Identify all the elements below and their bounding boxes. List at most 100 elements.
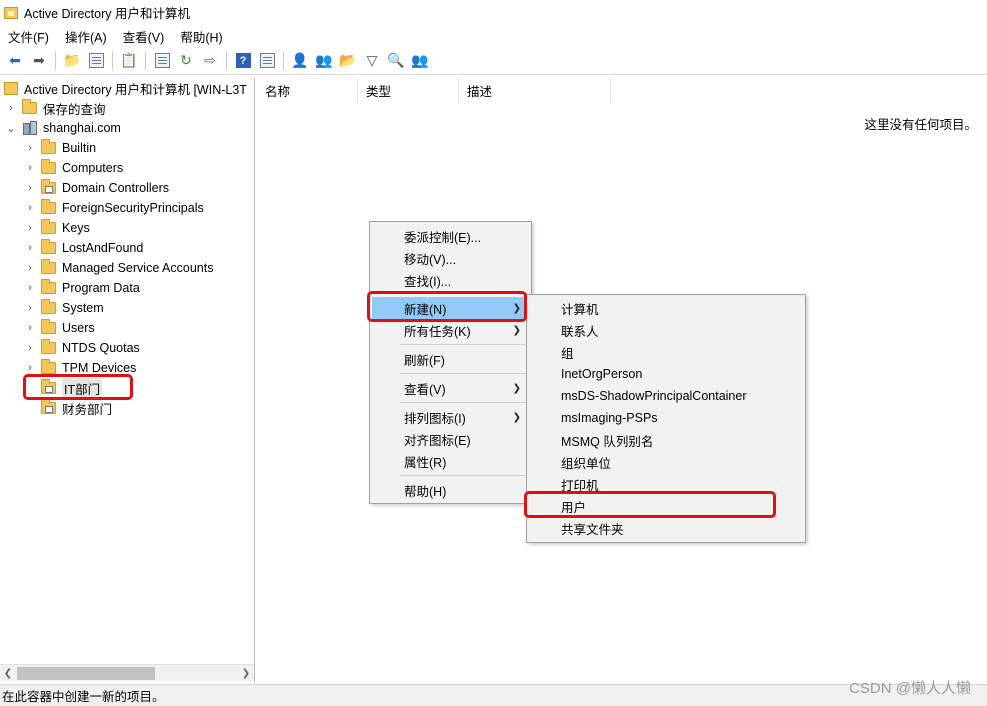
submenu-item-msmq-alias[interactable]: MSMQ 队列别名 bbox=[529, 429, 803, 451]
column-header-type[interactable]: 类型 bbox=[358, 78, 459, 102]
forward-arrow-icon[interactable]: ➡ bbox=[29, 51, 49, 71]
up-folder-icon[interactable]: 📁 bbox=[62, 51, 82, 71]
new-group-icon[interactable]: 👥 bbox=[314, 51, 334, 71]
active-directory-icon bbox=[4, 81, 18, 95]
menu-help[interactable]: 帮助(H) bbox=[180, 27, 222, 46]
tree-item-system[interactable]: › System bbox=[25, 298, 104, 318]
scrollbar-thumb[interactable] bbox=[17, 667, 155, 680]
menu-item-arrange-icons[interactable]: 排列图标(I) ❯ bbox=[372, 406, 529, 428]
menu-view[interactable]: 查看(V) bbox=[123, 27, 165, 46]
chevron-right-icon[interactable]: › bbox=[25, 242, 35, 254]
menu-item-line-up-icons[interactable]: 对齐图标(E) bbox=[372, 428, 529, 450]
help-icon[interactable]: ? bbox=[233, 51, 253, 71]
tree-item-domain[interactable]: ⌄ shanghai.com bbox=[6, 118, 121, 138]
clipboard-icon[interactable]: 📋 bbox=[119, 51, 139, 71]
new-ou-icon[interactable]: 📂 bbox=[338, 51, 358, 71]
chevron-right-icon[interactable]: › bbox=[6, 102, 16, 114]
tree-item-label: System bbox=[62, 301, 104, 315]
column-header-name[interactable]: 名称 bbox=[257, 78, 358, 102]
list-header: 名称 类型 描述 bbox=[257, 78, 987, 102]
tree-item-domain-controllers[interactable]: › Domain Controllers bbox=[25, 178, 169, 198]
tree-horizontal-scrollbar[interactable]: ❮ ❯ bbox=[0, 664, 254, 681]
chevron-down-icon[interactable]: ⌄ bbox=[6, 123, 16, 135]
tree-item-builtin[interactable]: › Builtin bbox=[25, 138, 96, 158]
properties-icon[interactable] bbox=[152, 51, 172, 71]
chevron-right-icon[interactable]: › bbox=[25, 142, 35, 154]
chevron-right-icon[interactable]: › bbox=[25, 222, 35, 234]
scroll-right-icon[interactable]: ❯ bbox=[238, 666, 254, 681]
submenu-arrow-icon: ❯ bbox=[512, 411, 521, 423]
menu-item-find[interactable]: 查找(I)... bbox=[372, 269, 529, 291]
menu-item-refresh[interactable]: 刷新(F) bbox=[372, 348, 529, 370]
tree-item-program-data[interactable]: › Program Data bbox=[25, 278, 140, 298]
chevron-right-icon[interactable]: › bbox=[25, 282, 35, 294]
folder-icon bbox=[41, 159, 56, 174]
menu-item-properties[interactable]: 属性(R) bbox=[372, 450, 529, 472]
submenu-item-organizational-unit[interactable]: 组织单位 bbox=[529, 451, 803, 473]
menu-item-all-tasks[interactable]: 所有任务(K) ❯ bbox=[372, 319, 529, 341]
tree-item-keys[interactable]: › Keys bbox=[25, 218, 90, 238]
folder-icon bbox=[41, 219, 56, 234]
chevron-right-icon[interactable]: › bbox=[25, 362, 35, 374]
chevron-right-icon[interactable]: › bbox=[25, 202, 35, 214]
menu-separator bbox=[400, 402, 527, 403]
submenu-item-computer[interactable]: 计算机 bbox=[529, 297, 803, 319]
add-to-group-icon[interactable]: 👥 bbox=[410, 51, 430, 71]
show-hide-tree-icon[interactable] bbox=[86, 51, 106, 71]
submenu-item-shared-folder[interactable]: 共享文件夹 bbox=[529, 517, 803, 539]
export-list-icon[interactable]: ⇨ bbox=[200, 51, 220, 71]
toolbar-separator bbox=[112, 51, 113, 70]
submenu-item-group[interactable]: 组 bbox=[529, 341, 803, 363]
submenu-item-msimaging-psps[interactable]: msImaging-PSPs bbox=[529, 407, 803, 429]
folder-icon bbox=[41, 239, 56, 254]
filter-icon[interactable]: ▽ bbox=[362, 51, 382, 71]
window-title: Active Directory 用户和计算机 bbox=[24, 7, 190, 21]
tree-root[interactable]: Active Directory 用户和计算机 [WIN-L3T bbox=[0, 78, 247, 98]
submenu-item-shadow-principal-container[interactable]: msDS-ShadowPrincipalContainer bbox=[529, 385, 803, 407]
menu-separator bbox=[400, 475, 527, 476]
annotation-highlight-it-dept bbox=[23, 374, 133, 400]
mmc-view-icon[interactable] bbox=[257, 51, 277, 71]
tree-item-label: Users bbox=[62, 321, 95, 335]
tree-item-lost-and-found[interactable]: › LostAndFound bbox=[25, 238, 143, 258]
menu-item-move[interactable]: 移动(V)... bbox=[372, 247, 529, 269]
toolbar-separator bbox=[55, 51, 56, 70]
refresh-icon[interactable]: ↻ bbox=[176, 51, 196, 71]
tree-item-label: 财务部门 bbox=[62, 402, 113, 417]
tree-item-finance-dept[interactable]: 财务部门 bbox=[41, 398, 112, 418]
find-icon[interactable]: 🔍 bbox=[386, 51, 406, 71]
tree-item-saved-queries[interactable]: › 保存的查询 bbox=[6, 98, 106, 118]
folder-icon bbox=[41, 279, 56, 294]
submenu-item-contact[interactable]: 联系人 bbox=[529, 319, 803, 341]
menu-action[interactable]: 操作(A) bbox=[65, 27, 107, 46]
tree-item-computers[interactable]: › Computers bbox=[25, 158, 123, 178]
menu-item-delegate-control[interactable]: 委派控制(E)... bbox=[372, 225, 529, 247]
tree-item-foreign-security-principals[interactable]: › ForeignSecurityPrincipals bbox=[25, 198, 204, 218]
tree-item-users[interactable]: › Users bbox=[25, 318, 95, 338]
chevron-right-icon[interactable]: › bbox=[25, 182, 35, 194]
submenu-item-inetorgperson[interactable]: InetOrgPerson bbox=[529, 363, 803, 385]
tree-item-label: TPM Devices bbox=[62, 361, 137, 375]
menu-item-arrange-icons-label: 排列图标(I) bbox=[404, 411, 466, 426]
tree-item-label: 保存的查询 bbox=[43, 102, 106, 117]
tree-item-label: ForeignSecurityPrincipals bbox=[62, 201, 204, 215]
app-icon bbox=[4, 6, 18, 19]
back-arrow-icon[interactable]: ⬅ bbox=[5, 51, 25, 71]
tree-item-label: NTDS Quotas bbox=[62, 341, 140, 355]
tree-root-label: Active Directory 用户和计算机 [WIN-L3T bbox=[24, 82, 247, 97]
tree-item-ntds-quotas[interactable]: › NTDS Quotas bbox=[25, 338, 140, 358]
chevron-right-icon[interactable]: › bbox=[25, 322, 35, 334]
menu-item-help[interactable]: 帮助(H) bbox=[372, 479, 529, 501]
folder-icon bbox=[41, 299, 56, 314]
column-header-description[interactable]: 描述 bbox=[459, 78, 611, 102]
chevron-right-icon[interactable]: › bbox=[25, 342, 35, 354]
chevron-right-icon[interactable]: › bbox=[25, 262, 35, 274]
tree-item-managed-service-accounts[interactable]: › Managed Service Accounts bbox=[25, 258, 213, 278]
tree-item-label: Domain Controllers bbox=[62, 181, 169, 195]
menu-file[interactable]: 文件(F) bbox=[8, 27, 49, 46]
chevron-right-icon[interactable]: › bbox=[25, 162, 35, 174]
scroll-left-icon[interactable]: ❮ bbox=[0, 666, 16, 681]
chevron-right-icon[interactable]: › bbox=[25, 302, 35, 314]
new-user-icon[interactable]: 👤 bbox=[290, 51, 310, 71]
menu-item-view[interactable]: 查看(V) ❯ bbox=[372, 377, 529, 399]
